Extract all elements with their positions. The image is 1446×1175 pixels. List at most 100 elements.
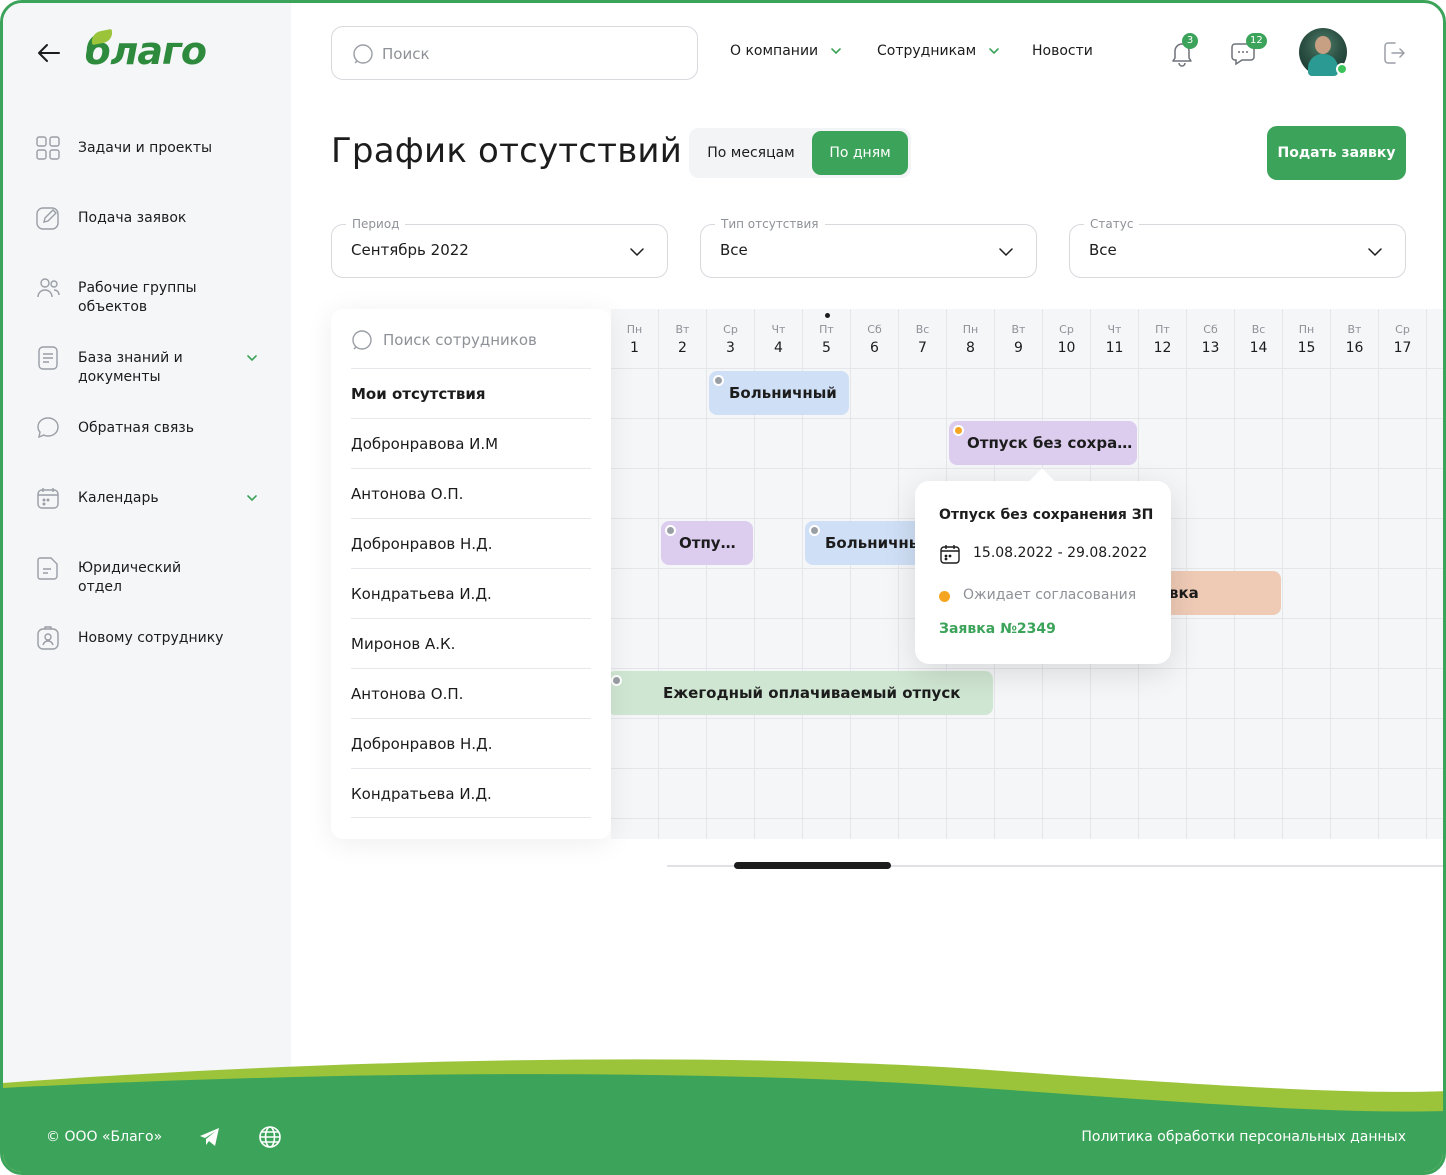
status-select[interactable]: Статус Все (1069, 217, 1406, 278)
employee-row[interactable]: Добронравов Н.Д. (351, 718, 591, 768)
day-header: Вт 2 (659, 309, 707, 369)
edit-icon (36, 207, 59, 230)
sidebar-item-knowledge[interactable]: База знаний и документы (35, 343, 265, 413)
employee-search[interactable]: Поиск сотрудников (351, 329, 591, 369)
day-number: 3 (726, 340, 735, 356)
employee-row[interactable]: Добронравова И.М (351, 418, 591, 468)
chevron-down-icon (630, 248, 644, 257)
logo[interactable]: благо (85, 28, 207, 73)
employee-row[interactable]: Антонова О.П. (351, 668, 591, 718)
view-toggle: По месяцам По дням (689, 128, 911, 178)
chevron-down-icon (831, 48, 841, 55)
sidebar-item-label: Рабочие группы объектов (78, 280, 197, 315)
day-number: 16 (1345, 340, 1364, 356)
sidebar-item-feedback[interactable]: Обратная связь (35, 413, 265, 483)
submit-request-button[interactable]: Подать заявку (1267, 126, 1406, 180)
field-value: Сентябрь 2022 (351, 241, 469, 259)
topnav-employees[interactable]: Сотрудникам (877, 43, 1000, 59)
topnav-company[interactable]: О компании (730, 43, 842, 59)
pending-status-dot (939, 591, 950, 602)
topnav-news[interactable]: Новости (1032, 43, 1093, 59)
weekday-label: Чт (771, 323, 786, 336)
tooltip-dates: 15.08.2022 - 29.08.2022 (973, 545, 1148, 561)
sidebar-item-label: Подача заявок (78, 210, 187, 226)
sidebar-item-legal[interactable]: Юридический отдел (35, 553, 265, 623)
employee-row[interactable]: Кондратьева И.Д. (351, 768, 591, 818)
telegram-icon[interactable] (198, 1126, 222, 1152)
day-header: Вт 9 (995, 309, 1043, 369)
day-header: Вс 14 (1235, 309, 1283, 369)
sidebar-item-newcomer[interactable]: Новому сотруднику (35, 623, 265, 693)
sidebar-item-requests[interactable]: Подача заявок (35, 203, 265, 273)
status-dot (953, 425, 964, 436)
weekday-label: Пт (1155, 323, 1170, 336)
day-number: 6 (870, 340, 879, 356)
absence-bar-unpaid[interactable]: Отпуск без сохра… (949, 421, 1137, 465)
absence-bar-sick[interactable]: Больничный (709, 371, 849, 415)
day-header: Ср 17 (1379, 309, 1427, 369)
grid-column-line (898, 369, 899, 839)
search-icon (353, 44, 373, 64)
privacy-policy-link[interactable]: Политика обработки персональных данных (1081, 1129, 1406, 1145)
absence-bar-annual[interactable]: Ежегодный оплачиваемый отпуск (611, 671, 993, 715)
grid-icon (36, 136, 60, 160)
day-header: Ср 10 (1043, 309, 1091, 369)
sidebar-item-label: Юридический отдел (78, 560, 182, 595)
absence-bar-vacation[interactable]: Отпу… (661, 521, 753, 565)
request-link[interactable]: Заявка №2349 (939, 621, 1056, 637)
weekday-label: Ср (1059, 323, 1074, 336)
day-header: Чт 4 (755, 309, 803, 369)
day-header: Пн 8 (947, 309, 995, 369)
search-input[interactable] (382, 41, 662, 67)
badge-icon (37, 626, 59, 650)
employee-row[interactable]: Антонова О.П. (351, 468, 591, 518)
sidebar-item-label: Обратная связь (78, 420, 194, 436)
weekday-label: Вт (1011, 323, 1026, 336)
sidebar-item-label: Задачи и проекты (78, 140, 213, 156)
chevron-down-icon[interactable] (245, 491, 259, 505)
notifications-button[interactable]: 3 (1169, 33, 1198, 71)
weekday-label: Вс (1251, 323, 1266, 336)
weekday-label: Вт (675, 323, 690, 336)
employee-row[interactable]: Миронов А.К. (351, 618, 591, 668)
grid-column-line (850, 369, 851, 839)
employee-row[interactable]: Кондратьева И.Д. (351, 568, 591, 618)
weekday-label: Пн (626, 323, 643, 336)
absence-type-select[interactable]: Тип отсутствия Все (700, 217, 1037, 278)
day-header: Чт 11 (1091, 309, 1139, 369)
employee-row-mine[interactable]: Мои отсутствия (351, 368, 591, 418)
logout-icon (1384, 42, 1405, 64)
chevron-down-icon[interactable] (245, 351, 259, 365)
globe-icon[interactable] (258, 1125, 282, 1153)
field-label: Тип отсутствия (715, 217, 825, 231)
back-arrow-icon[interactable] (35, 39, 63, 67)
sidebar-item-label: Календарь (78, 490, 159, 506)
day-number: 14 (1249, 340, 1268, 356)
absence-bar-label: Ежегодный оплачиваемый отпуск (663, 684, 961, 702)
field-value: Все (720, 241, 748, 259)
employee-row[interactable]: Добронравов Н.Д. (351, 518, 591, 568)
grid-column-line (1378, 369, 1379, 839)
view-day-button[interactable]: По дням (812, 131, 908, 175)
scrollbar-thumb[interactable] (734, 862, 891, 869)
field-value: Все (1089, 241, 1117, 259)
day-number: 1 (630, 340, 639, 356)
page-title: График отсутствий (331, 131, 683, 171)
day-number: 13 (1201, 340, 1220, 356)
day-number: 17 (1393, 340, 1412, 356)
logout-button[interactable] (1381, 40, 1407, 70)
chevron-down-icon (1368, 248, 1382, 257)
weekday-label: Сб (867, 323, 882, 336)
day-number: 9 (1014, 340, 1023, 356)
status-dot (809, 525, 820, 536)
field-label: Период (346, 217, 406, 231)
day-number: 7 (918, 340, 927, 356)
sidebar-item-calendar[interactable]: Календарь (35, 483, 265, 553)
global-search[interactable] (331, 26, 698, 80)
view-month-button[interactable]: По месяцам (692, 131, 810, 175)
messages-button[interactable]: 12 (1229, 33, 1267, 71)
sidebar-item-tasks[interactable]: Задачи и проекты (35, 133, 265, 203)
period-select[interactable]: Период Сентябрь 2022 (331, 217, 668, 278)
avatar[interactable] (1299, 28, 1348, 76)
sidebar-item-workgroups[interactable]: Рабочие группы объектов (35, 273, 265, 343)
